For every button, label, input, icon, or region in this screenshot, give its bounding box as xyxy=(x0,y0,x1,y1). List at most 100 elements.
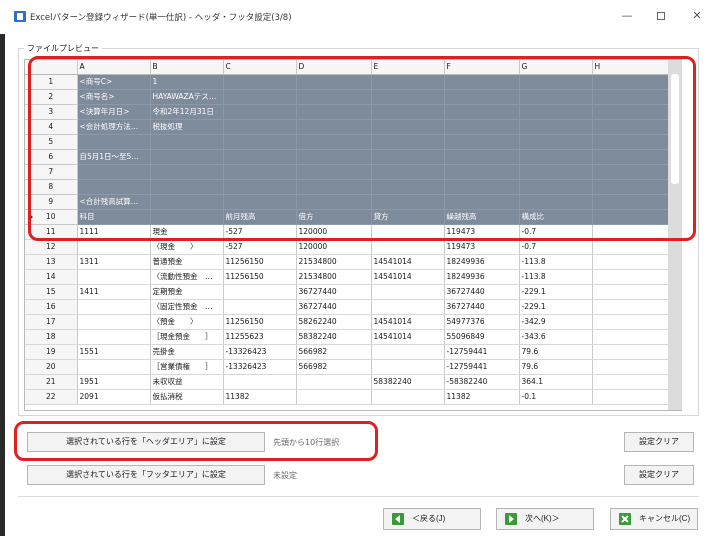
grid-cell[interactable]: 119473 xyxy=(444,239,520,255)
footer-clear-button[interactable]: 設定クリア xyxy=(624,465,694,485)
grid-row[interactable]: 13 1311 普通預金 11256150 21534800 14541014 182499… xyxy=(25,254,681,270)
grid-cell[interactable] xyxy=(371,284,445,300)
grid-cell[interactable]: 55096849 xyxy=(444,329,520,345)
grid-row[interactable]: 17 〈預金 〉 11256150 58262240 14541014 54977376-… xyxy=(25,314,681,330)
grid-cell[interactable] xyxy=(77,239,151,255)
grid-cell[interactable] xyxy=(371,299,445,315)
grid-cell[interactable]: -12759441 xyxy=(444,344,520,360)
grid-cell[interactable]: -13326423 xyxy=(223,344,297,360)
next-button[interactable]: 次へ(K)＞ xyxy=(496,508,594,530)
grid-cell[interactable]: 〈預金 〉 xyxy=(150,314,224,330)
grid-cell[interactable]: 1551 xyxy=(77,344,151,360)
grid-cell[interactable]: -342.9 xyxy=(519,314,593,330)
grid-cell[interactable]: 14541014 xyxy=(371,329,445,345)
grid-cell[interactable]: 21534800 xyxy=(296,254,372,270)
grid-cell[interactable]: 36727440 xyxy=(296,299,372,315)
grid-cell[interactable]: 566982 xyxy=(296,359,372,375)
grid-cell[interactable]: 11255623 xyxy=(223,329,297,345)
grid-cell[interactable] xyxy=(296,389,372,405)
grid-cell[interactable] xyxy=(77,269,151,285)
grid-cell[interactable]: 58382240 xyxy=(371,374,445,390)
header-clear-button[interactable]: 設定クリア xyxy=(624,432,694,452)
grid-cell[interactable]: 14541014 xyxy=(371,254,445,270)
grid-cell[interactable]: 14541014 xyxy=(371,314,445,330)
row-number[interactable]: 14 xyxy=(25,269,78,285)
grid-cell[interactable]: 11382 xyxy=(444,389,520,405)
grid-cell[interactable]: 79.6 xyxy=(519,344,593,360)
row-number[interactable]: 22 xyxy=(25,389,78,405)
grid-cell[interactable] xyxy=(371,239,445,255)
grid-cell[interactable] xyxy=(371,389,445,405)
grid-cell[interactable]: 〈固定性預金 … xyxy=(150,299,224,315)
grid-cell[interactable]: 54977376 xyxy=(444,314,520,330)
grid-row[interactable]: 14 〈流動性預金 … 11256150 21534800 14541014 182499… xyxy=(25,269,681,285)
grid-cell[interactable]: 〈流動性預金 … xyxy=(150,269,224,285)
grid-cell[interactable]: 120000 xyxy=(296,239,372,255)
cancel-button[interactable]: キャンセル(C) xyxy=(610,508,698,530)
grid-cell[interactable]: 364.1 xyxy=(519,374,593,390)
grid-cell[interactable]: -0.1 xyxy=(519,389,593,405)
grid-cell[interactable]: 18249936 xyxy=(444,254,520,270)
grid-cell[interactable]: 仮払消税 xyxy=(150,389,224,405)
grid-cell[interactable]: 11256150 xyxy=(223,314,297,330)
grid-cell[interactable]: ［現金預金 ］ xyxy=(150,329,224,345)
grid-cell[interactable]: -13326423 xyxy=(223,359,297,375)
grid-cell[interactable]: 定期預金 xyxy=(150,284,224,300)
grid-cell[interactable]: 11256150 xyxy=(223,254,297,270)
grid-cell[interactable]: 未収収益 xyxy=(150,374,224,390)
grid-cell[interactable]: 58382240 xyxy=(296,329,372,345)
grid-row[interactable]: 15 1411 定期預金 36727440 36727440 -229.1 xyxy=(25,284,681,300)
row-number[interactable]: 20 xyxy=(25,359,78,375)
grid-cell[interactable]: 36727440 xyxy=(444,299,520,315)
row-number[interactable]: 21 xyxy=(25,374,78,390)
row-number[interactable]: 16 xyxy=(25,299,78,315)
grid-row[interactable]: 19 1551 売掛金 -13326423 566982 -12759441 79.6 xyxy=(25,344,681,360)
grid-cell[interactable]: -229.1 xyxy=(519,299,593,315)
row-number[interactable]: 18 xyxy=(25,329,78,345)
grid-row[interactable]: 12 〈現金 〉 -527 120000 119473 -0.7 xyxy=(25,239,681,255)
grid-cell[interactable]: 58262240 xyxy=(296,314,372,330)
maximize-button[interactable] xyxy=(652,8,670,24)
row-number[interactable]: 17 xyxy=(25,314,78,330)
row-number[interactable]: 19 xyxy=(25,344,78,360)
grid-cell[interactable]: 2091 xyxy=(77,389,151,405)
minimize-button[interactable]: — xyxy=(618,8,636,24)
grid-cell[interactable]: -0.7 xyxy=(519,239,593,255)
grid-cell[interactable]: 1311 xyxy=(77,254,151,270)
grid-row[interactable]: 16 〈固定性預金 … 36727440 36727440 -229.1 xyxy=(25,299,681,315)
grid-cell[interactable] xyxy=(223,299,297,315)
grid-cell[interactable]: 売掛金 xyxy=(150,344,224,360)
row-number[interactable]: 12 xyxy=(25,239,78,255)
grid-cell[interactable]: 79.6 xyxy=(519,359,593,375)
grid-cell[interactable]: 11256150 xyxy=(223,269,297,285)
grid-cell[interactable] xyxy=(77,314,151,330)
grid-cell[interactable]: -113.8 xyxy=(519,254,593,270)
grid-cell[interactable] xyxy=(371,344,445,360)
grid-cell[interactable]: 36727440 xyxy=(444,284,520,300)
grid-cell[interactable]: 〈現金 〉 xyxy=(150,239,224,255)
set-footer-area-button[interactable]: 選択されている行を「フッタエリア」に設定 xyxy=(27,465,265,485)
grid-cell[interactable] xyxy=(223,284,297,300)
grid-cell[interactable]: 566982 xyxy=(296,344,372,360)
grid-cell[interactable]: 1951 xyxy=(77,374,151,390)
grid-cell[interactable]: 11382 xyxy=(223,389,297,405)
close-button[interactable]: ✕ xyxy=(688,8,706,24)
grid-cell[interactable]: -113.8 xyxy=(519,269,593,285)
grid-cell[interactable]: -343.6 xyxy=(519,329,593,345)
grid-cell[interactable]: 18249936 xyxy=(444,269,520,285)
grid-cell[interactable] xyxy=(296,374,372,390)
grid-cell[interactable]: 14541014 xyxy=(371,269,445,285)
grid-cell[interactable]: 普通預金 xyxy=(150,254,224,270)
grid-cell[interactable] xyxy=(77,299,151,315)
grid-cell[interactable]: 1411 xyxy=(77,284,151,300)
back-button[interactable]: ＜戻る(J) xyxy=(383,508,481,530)
grid-cell[interactable] xyxy=(77,359,151,375)
grid-cell[interactable] xyxy=(77,329,151,345)
grid-cell[interactable] xyxy=(223,374,297,390)
grid-cell[interactable]: 36727440 xyxy=(296,284,372,300)
grid-row[interactable]: 22 2091 仮払消税 11382 11382 -0.1 xyxy=(25,389,681,405)
grid-row[interactable]: 20 ［営業債権 ］ -13326423 566982 -12759441 79.6 xyxy=(25,359,681,375)
grid-row[interactable]: 18 ［現金預金 ］ 11255623 58382240 14541014 5509684… xyxy=(25,329,681,345)
row-number[interactable]: 15 xyxy=(25,284,78,300)
grid-cell[interactable]: -229.1 xyxy=(519,284,593,300)
